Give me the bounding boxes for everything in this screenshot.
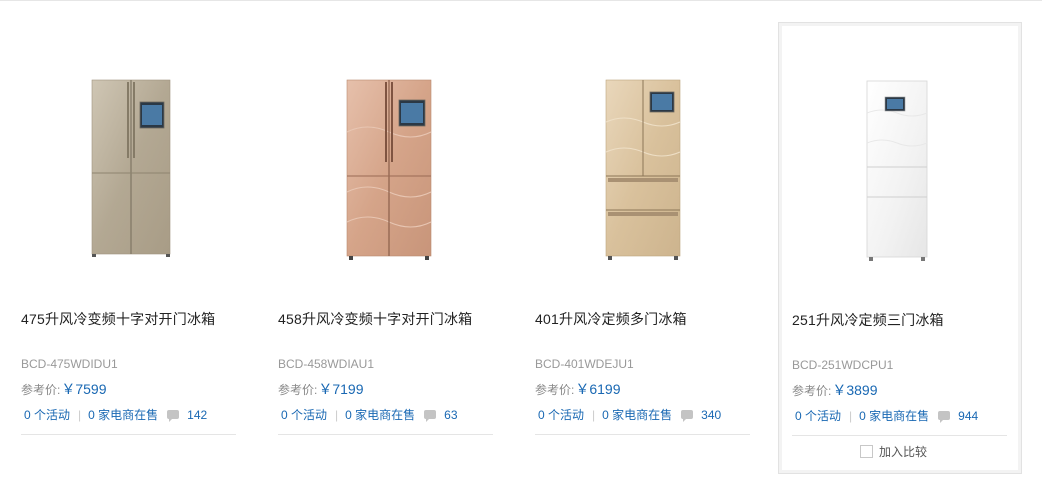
comment-count[interactable]: 63: [444, 408, 457, 422]
price-row: 参考价:￥6199: [535, 379, 621, 399]
meta-divider: |: [592, 407, 596, 422]
activities-link[interactable]: 0 个活动: [24, 406, 70, 423]
price-label: 参考价:: [792, 384, 832, 398]
dealers-link[interactable]: 0 家电商在售: [88, 406, 158, 423]
price-row: 参考价:￥3899: [792, 380, 878, 400]
fridge-french-door-icon: [605, 79, 681, 260]
product-image[interactable]: [265, 72, 509, 272]
card-divider: [792, 435, 1007, 436]
comment-bubble-icon: [681, 410, 694, 422]
meta-row: 0 个活动 | 0 家电商在售 142: [24, 406, 207, 423]
card-divider: [21, 434, 236, 435]
dealers-link[interactable]: 0 家电商在售: [602, 406, 672, 423]
top-divider: [0, 0, 1042, 1]
price-label: 参考价:: [21, 383, 61, 397]
add-to-compare[interactable]: 加入比较: [860, 443, 927, 460]
product-card-251[interactable]: 251升风冷定频三门冰箱 BCD-251WDCPU1 参考价:￥3899 0 个…: [778, 22, 1022, 474]
product-image[interactable]: [8, 72, 252, 272]
comment-count[interactable]: 142: [187, 408, 207, 422]
activities-link[interactable]: 0 个活动: [281, 406, 327, 423]
dealers-link[interactable]: 0 家电商在售: [859, 407, 929, 424]
product-model: BCD-475WDIDU1: [21, 357, 118, 371]
price-value: ￥3899: [832, 382, 878, 398]
price-value: ￥7599: [61, 381, 107, 397]
product-image[interactable]: [522, 72, 766, 272]
price-row: 参考价:￥7599: [21, 379, 107, 399]
compare-checkbox-icon[interactable]: [860, 445, 873, 458]
activities-link[interactable]: 0 个活动: [795, 407, 841, 424]
product-card-401[interactable]: 401升风冷定频多门冰箱 BCD-401WDEJU1 参考价:￥6199 0 个…: [522, 22, 766, 474]
meta-row: 0 个活动 | 0 家电商在售 944: [795, 407, 978, 424]
fridge-three-door-icon: [866, 80, 928, 261]
product-model: BCD-458WDIAU1: [278, 357, 375, 371]
meta-divider: |: [335, 407, 339, 422]
product-model: BCD-251WDCPU1: [792, 358, 894, 372]
fridge-cross-door-icon: [91, 79, 171, 257]
meta-row: 0 个活动 | 0 家电商在售 340: [538, 406, 721, 423]
compare-label: 加入比较: [879, 445, 928, 459]
product-title[interactable]: 458升风冷变频十字对开门冰箱: [278, 309, 472, 329]
card-divider: [278, 434, 493, 435]
product-title[interactable]: 475升风冷变频十字对开门冰箱: [21, 309, 215, 329]
price-value: ￥6199: [575, 381, 621, 397]
comment-count[interactable]: 340: [701, 408, 721, 422]
card-divider: [535, 434, 750, 435]
product-card-475[interactable]: 475升风冷变频十字对开门冰箱 BCD-475WDIDU1 参考价:￥7599 …: [8, 22, 252, 474]
product-image[interactable]: [779, 73, 1021, 273]
meta-row: 0 个活动 | 0 家电商在售 63: [281, 406, 458, 423]
price-label: 参考价:: [278, 383, 318, 397]
product-model: BCD-401WDEJU1: [535, 357, 634, 371]
product-title[interactable]: 401升风冷定频多门冰箱: [535, 309, 687, 329]
comment-count[interactable]: 944: [958, 409, 978, 423]
price-value: ￥7199: [318, 381, 364, 397]
activities-link[interactable]: 0 个活动: [538, 406, 584, 423]
comment-bubble-icon: [424, 410, 437, 422]
price-row: 参考价:￥7199: [278, 379, 364, 399]
price-label: 参考价:: [535, 383, 575, 397]
dealers-link[interactable]: 0 家电商在售: [345, 406, 415, 423]
meta-divider: |: [849, 408, 853, 423]
comment-bubble-icon: [167, 410, 180, 422]
product-title[interactable]: 251升风冷定频三门冰箱: [792, 310, 944, 330]
comment-bubble-icon: [938, 411, 951, 423]
meta-divider: |: [78, 407, 82, 422]
product-card-458[interactable]: 458升风冷变频十字对开门冰箱 BCD-458WDIAU1 参考价:￥7199 …: [265, 22, 509, 474]
fridge-cross-door-icon: [346, 79, 432, 260]
